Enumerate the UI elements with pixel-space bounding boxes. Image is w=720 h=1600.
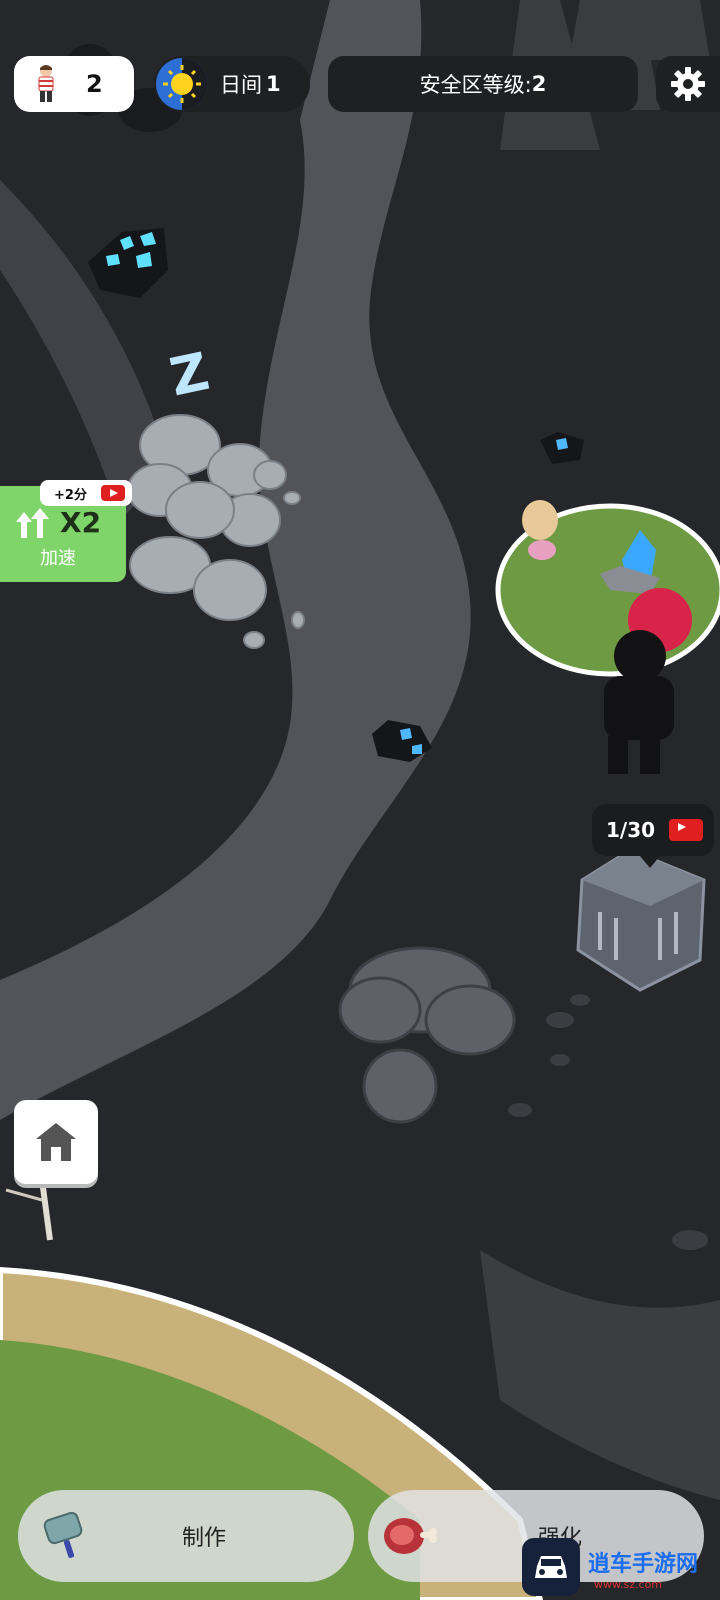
youtube-icon [100, 485, 125, 501]
car-logo-icon [535, 1556, 567, 1578]
counter-pointer [640, 856, 660, 868]
watermark-logo [522, 1538, 580, 1596]
safe-zone-value: 2 [531, 72, 547, 96]
safe-zone-level: 安全区等级: 2 [328, 56, 638, 112]
player-count: 2 [86, 70, 103, 98]
day-number: 1 [266, 72, 281, 96]
day-indicator: 日间 1 [154, 56, 310, 112]
settings-button[interactable] [656, 56, 720, 112]
up-arrows-icon [16, 508, 49, 538]
player-count-pill: 2 [14, 56, 134, 112]
home-icon [36, 1123, 76, 1161]
collector-counter[interactable]: 1/30 [592, 804, 714, 856]
home-button[interactable] [14, 1100, 98, 1184]
speed-label: 加速 [40, 548, 76, 569]
player-icon [38, 65, 54, 102]
watermark-url: www.sz.com [594, 1578, 662, 1591]
collector-progress: 1/30 [606, 818, 656, 842]
speed-multiplier: X2 [60, 506, 102, 539]
speed-bonus-text: +2分 [54, 487, 87, 503]
craft-label: 制作 [182, 1526, 227, 1551]
watermark-site: 逍车手游网 [588, 1552, 699, 1577]
youtube-icon [669, 819, 704, 841]
world-map: Z [0, 0, 720, 1600]
speed-bonus-badge: +2分 [40, 480, 132, 506]
day-label: 日间 [220, 73, 262, 97]
pan-icon [43, 1511, 83, 1558]
game-scene[interactable]: Z 2 日间 1 安全区等级: 2 X2 加速 +2分 1/30 制作 逍车手游… [0, 0, 720, 1600]
craft-button[interactable]: 制作 [18, 1490, 354, 1582]
gear-icon [671, 67, 705, 101]
meat-icon [384, 1518, 437, 1554]
sun-icon [156, 58, 208, 110]
safe-zone-label: 安全区等级: [419, 73, 532, 97]
